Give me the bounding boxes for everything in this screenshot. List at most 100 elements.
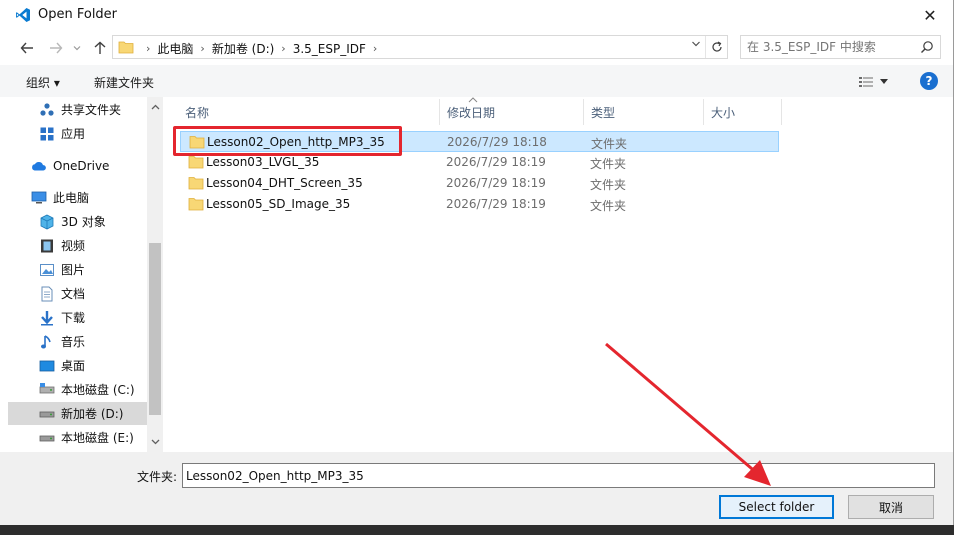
open-folder-dialog: Open Folder ✕ › 此电脑 › 新加卷 (D:) › 3.5_ESP…: [0, 0, 954, 525]
scroll-up-button[interactable]: [147, 99, 163, 115]
address-bar[interactable]: › 此电脑 › 新加卷 (D:) › 3.5_ESP_IDF ›: [112, 35, 728, 59]
folder-icon: [188, 198, 204, 211]
folder-icon: [188, 156, 204, 169]
help-button[interactable]: ?: [920, 72, 938, 90]
back-button[interactable]: [16, 37, 38, 59]
sidebar-item-label: 共享文件夹: [61, 103, 122, 117]
sidebar-item-label: 本地磁盘 (E:): [61, 431, 134, 445]
videos-icon: [39, 238, 55, 254]
vscode-logo-icon: [16, 8, 30, 22]
sidebar-item-label: 本地磁盘 (C:): [61, 383, 135, 397]
sidebar-item-label: 桌面: [61, 359, 86, 373]
sidebar-item-label: 新加卷 (D:): [61, 407, 124, 421]
recent-locations-button[interactable]: [66, 37, 88, 59]
column-label: 修改日期: [447, 105, 496, 120]
sidebar-item-3d-objects[interactable]: 3D 对象: [8, 210, 147, 233]
change-view-button[interactable]: [858, 73, 894, 91]
column-header-type[interactable]: 类型: [584, 99, 704, 125]
help-icon: ?: [925, 74, 933, 88]
sidebar-item-label: 视频: [61, 239, 86, 253]
close-button[interactable]: ✕: [907, 0, 953, 31]
documents-icon: [39, 286, 55, 302]
column-header-size[interactable]: 大小: [704, 99, 782, 125]
sidebar-item-shared-folders[interactable]: 共享文件夹: [8, 98, 147, 121]
breadcrumb-separator: ›: [372, 42, 378, 55]
breadcrumb-this-pc[interactable]: 此电脑: [157, 40, 193, 57]
column-label: 大小: [711, 105, 736, 120]
refresh-icon: [711, 41, 722, 52]
cancel-button[interactable]: 取消: [848, 495, 934, 519]
sidebar-item-this-pc[interactable]: 此电脑: [0, 186, 139, 209]
computer-icon: [31, 190, 47, 206]
chevron-down-icon: [692, 41, 700, 47]
navigation-pane: 共享文件夹 应用 OneDrive 此电脑 3D 对象 视频 图片 文档 下载 …: [0, 97, 164, 452]
close-icon: ✕: [923, 6, 937, 25]
column-label: 名称: [185, 105, 210, 120]
organize-menu-button[interactable]: 组织 ▾: [26, 74, 60, 91]
folder-field-label: 文件夹:: [137, 470, 178, 484]
folder-icon: [189, 136, 205, 149]
title-bar: Open Folder ✕: [0, 0, 953, 31]
chevron-down-icon: [73, 46, 81, 51]
background-strip: [0, 525, 954, 535]
refresh-button[interactable]: [705, 36, 727, 58]
file-row[interactable]: Lesson03_LVGL_35 2026/7/29 18:19 文件夹: [180, 152, 779, 173]
arrow-left-icon: [20, 42, 33, 54]
file-list: 名称 修改日期 类型 大小 Lesson02_Open_http_MP3_35 …: [164, 97, 953, 452]
details-view-icon: [859, 77, 873, 87]
breadcrumb-esp-idf[interactable]: 3.5_ESP_IDF: [293, 42, 366, 56]
share-icon: [39, 102, 55, 118]
arrow-up-icon: [94, 41, 106, 54]
search-input[interactable]: [747, 39, 915, 55]
file-name: Lesson05_SD_Image_35: [206, 197, 351, 211]
file-name: Lesson04_DHT_Screen_35: [206, 176, 363, 190]
downloads-icon: [39, 310, 55, 326]
new-folder-button[interactable]: 新建文件夹: [94, 74, 154, 91]
command-toolbar: 组织 ▾ 新建文件夹 ?: [0, 65, 953, 97]
folder-icon: [188, 177, 204, 190]
breadcrumb-separator: ›: [146, 42, 151, 55]
breadcrumb: › 此电脑 › 新加卷 (D:) › 3.5_ESP_IDF ›: [139, 40, 384, 57]
sidebar-item-pictures[interactable]: 图片: [8, 258, 147, 281]
sidebar-item-documents[interactable]: 文档: [8, 282, 147, 305]
sidebar-item-music[interactable]: 音乐: [8, 330, 147, 353]
scroll-down-button[interactable]: [147, 434, 163, 450]
scrollbar-thumb[interactable]: [149, 243, 161, 415]
up-button[interactable]: [89, 37, 111, 59]
address-dropdown-button[interactable]: [691, 39, 701, 52]
file-row[interactable]: Lesson02_Open_http_MP3_35 2026/7/29 18:1…: [180, 131, 779, 152]
file-row[interactable]: Lesson04_DHT_Screen_35 2026/7/29 18:19 文…: [180, 173, 779, 194]
breadcrumb-separator: ›: [200, 42, 205, 55]
folder-name-field[interactable]: [182, 463, 935, 488]
column-header-modified[interactable]: 修改日期: [440, 99, 584, 125]
sidebar-item-onedrive[interactable]: OneDrive: [0, 154, 139, 177]
pictures-icon: [39, 262, 55, 278]
sidebar-item-drive-c[interactable]: 本地磁盘 (C:): [8, 378, 147, 401]
sidebar-item-drive-d[interactable]: 新加卷 (D:): [8, 402, 147, 425]
sidebar-item-desktop[interactable]: 桌面: [8, 354, 147, 377]
search-icon: [921, 41, 933, 53]
desktop-icon: [39, 358, 55, 374]
onedrive-icon: [31, 158, 47, 174]
dialog-footer: 文件夹: Select folder 取消: [0, 452, 953, 525]
forward-button[interactable]: [45, 37, 67, 59]
sidebar-item-drive-e[interactable]: 本地磁盘 (E:): [8, 426, 147, 449]
file-row[interactable]: Lesson05_SD_Image_35 2026/7/29 18:19 文件夹: [180, 194, 779, 215]
sidebar-item-label: 文档: [61, 287, 86, 301]
file-type: 文件夹: [590, 199, 627, 213]
sidebar-item-label: OneDrive: [53, 158, 110, 173]
sidebar-item-downloads[interactable]: 下载: [8, 306, 147, 329]
sidebar-item-label: 图片: [61, 263, 86, 277]
search-box[interactable]: [740, 35, 941, 59]
select-folder-button[interactable]: Select folder: [719, 495, 834, 519]
sidebar-item-videos[interactable]: 视频: [8, 234, 147, 257]
breadcrumb-drive-d[interactable]: 新加卷 (D:): [212, 40, 274, 57]
file-modified: 2026/7/29 18:19: [446, 155, 546, 169]
sidebar-scrollbar[interactable]: [147, 97, 163, 452]
column-header-name[interactable]: 名称: [178, 99, 440, 125]
column-label: 类型: [591, 105, 616, 120]
file-name: Lesson02_Open_http_MP3_35: [207, 135, 385, 149]
sidebar-item-apps[interactable]: 应用: [8, 122, 147, 145]
sidebar-item-label: 此电脑: [53, 191, 90, 205]
file-modified: 2026/7/29 18:19: [446, 197, 546, 211]
